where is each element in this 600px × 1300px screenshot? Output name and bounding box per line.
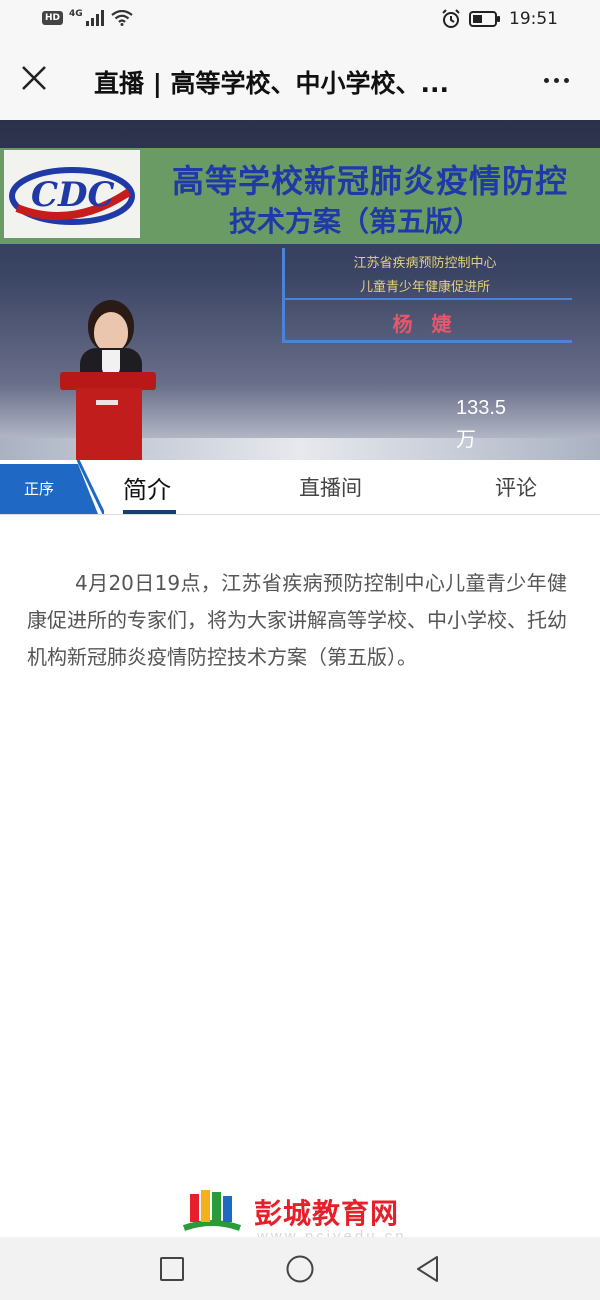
home-icon [286,1255,314,1283]
tab-intro[interactable]: 简介 [123,460,171,514]
organization-line2: 儿童青少年健康促进所 [359,280,490,295]
title-bar: 直播 | 高等学校、中小学校、... [0,40,600,121]
page-title: 直播 | 高等学校、中小学校、... [94,69,450,98]
battery-icon [469,11,500,27]
tab-live-room[interactable]: 直播间 [299,460,362,514]
tab-strip: 正序 简介 直播间 评论 [0,459,600,515]
active-tab-indicator [123,510,176,514]
video-player[interactable]: CDC 高等学校新冠肺炎疫情防控 技术方案（第五版） 江苏省疾病预防控制中心 儿… [0,120,600,460]
cdc-logo: CDC [4,150,140,238]
watermark-logo [180,1188,244,1240]
order-toggle-button[interactable]: 正序 [0,459,106,515]
view-count-number: 133.5 [456,397,507,419]
back-button[interactable] [412,1253,444,1285]
watermark-site-name: 彭城教育网 [254,1197,400,1230]
hd-icon: HD [42,11,64,25]
close-button[interactable] [14,58,54,98]
status-bar: HD 4G 19:51 [0,0,600,40]
close-icon [22,66,46,90]
wifi-icon [110,10,133,26]
view-count-unit: 万 [456,429,476,451]
screen-divider [282,298,572,300]
intro-text: 4月20日19点，江苏省疾病预防控制中心儿童青少年健康促进所的专家们，将为大家讲… [27,571,567,669]
recent-apps-button[interactable] [156,1253,188,1285]
more-icon [543,77,549,83]
status-right: 19:51 [441,9,558,29]
navigation-bar [0,1237,600,1300]
speaker-name: 杨 婕 [392,312,458,336]
alarm-icon [442,9,460,28]
home-button[interactable] [284,1253,316,1285]
order-label: 正序 [24,480,55,498]
svg-text:CDC: CDC [31,175,115,215]
network-type-label: 4G [69,9,83,19]
organization-line1: 江苏省疾病预防控制中心 [353,256,497,271]
signal-icon [85,10,104,26]
back-icon [417,1256,438,1282]
recent-apps-icon [160,1257,184,1281]
podium-label [96,400,118,405]
more-button[interactable] [534,66,578,94]
banner-title-line1: 高等学校新冠肺炎疫情防控 [171,162,568,200]
view-count: 133.5 万 [456,392,526,456]
status-left: HD 4G [42,9,133,26]
tab-comments[interactable]: 评论 [495,460,537,514]
screen-divider [282,340,572,343]
banner-title-line2: 技术方案（第五版） [228,205,481,238]
clock: 19:51 [509,9,558,29]
presenter-figure [94,312,128,352]
podium-body [76,388,142,460]
